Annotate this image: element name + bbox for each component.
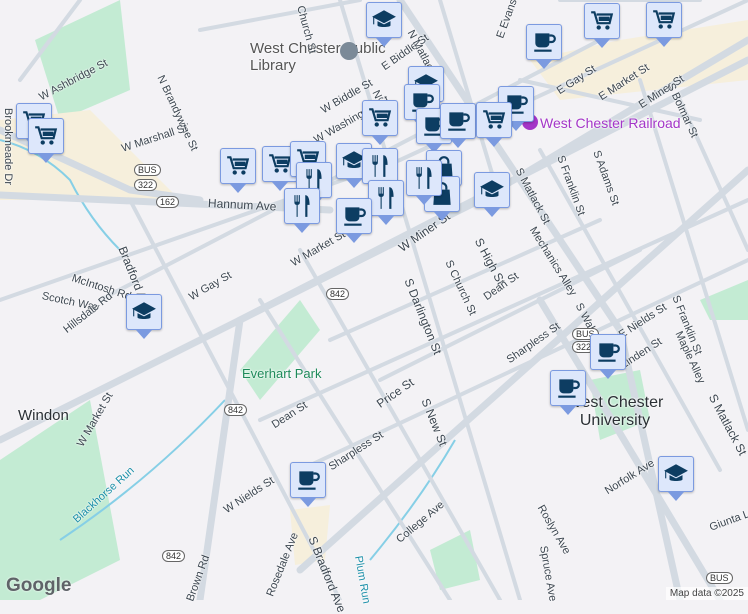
- route-shield: BUS: [134, 164, 161, 176]
- school-icon: [479, 177, 505, 203]
- coffee-marker[interactable]: [590, 334, 626, 379]
- library-icon: [340, 42, 358, 60]
- food-icon: [373, 185, 399, 211]
- cart-marker[interactable]: [476, 102, 512, 147]
- google-logo: Google: [6, 575, 72, 596]
- cart-icon: [225, 153, 251, 179]
- school-marker[interactable]: [126, 294, 162, 339]
- coffee-marker[interactable]: [336, 198, 372, 243]
- route-shield: 842: [224, 404, 248, 416]
- cart-marker[interactable]: [220, 148, 256, 193]
- school-marker[interactable]: [474, 172, 510, 217]
- food-icon: [289, 193, 315, 219]
- cart-marker[interactable]: [646, 2, 682, 47]
- food-icon: [367, 153, 393, 179]
- food-marker[interactable]: [406, 160, 442, 205]
- coffee-icon: [445, 108, 471, 134]
- school-icon: [663, 461, 689, 487]
- cart-marker[interactable]: [584, 3, 620, 48]
- food-marker[interactable]: [284, 188, 320, 233]
- park-label[interactable]: Everhart Park: [242, 366, 321, 381]
- railroad-label[interactable]: West Chester Railroad: [540, 115, 681, 131]
- cart-marker[interactable]: [28, 118, 64, 163]
- coffee-marker[interactable]: [550, 370, 586, 415]
- map-attribution[interactable]: Map data ©2025: [665, 587, 748, 600]
- school-marker[interactable]: [366, 2, 402, 47]
- coffee-icon: [531, 29, 557, 55]
- windon-label: Windon: [18, 407, 69, 424]
- cart-icon: [33, 123, 59, 149]
- route-shield: 162: [156, 196, 180, 208]
- coffee-marker[interactable]: [440, 103, 476, 148]
- school-marker[interactable]: [658, 456, 694, 501]
- coffee-icon: [595, 339, 621, 365]
- school-icon: [131, 299, 157, 325]
- coffee-icon: [555, 375, 581, 401]
- street-label: Brookmeade Dr: [2, 108, 14, 186]
- cart-icon: [651, 7, 677, 33]
- coffee-marker[interactable]: [290, 462, 326, 507]
- food-marker[interactable]: [368, 180, 404, 225]
- route-shield: 842: [326, 288, 350, 300]
- coffee-icon: [295, 467, 321, 493]
- coffee-icon: [341, 203, 367, 229]
- coffee-marker[interactable]: [526, 24, 562, 69]
- cart-marker[interactable]: [362, 100, 398, 145]
- food-icon: [411, 165, 437, 191]
- route-shield: 322: [134, 179, 158, 191]
- route-shield: BUS: [706, 572, 733, 584]
- cart-icon: [481, 107, 507, 133]
- route-shield: 842: [162, 550, 186, 562]
- school-icon: [371, 7, 397, 33]
- cart-icon: [589, 8, 615, 34]
- cart-icon: [367, 105, 393, 131]
